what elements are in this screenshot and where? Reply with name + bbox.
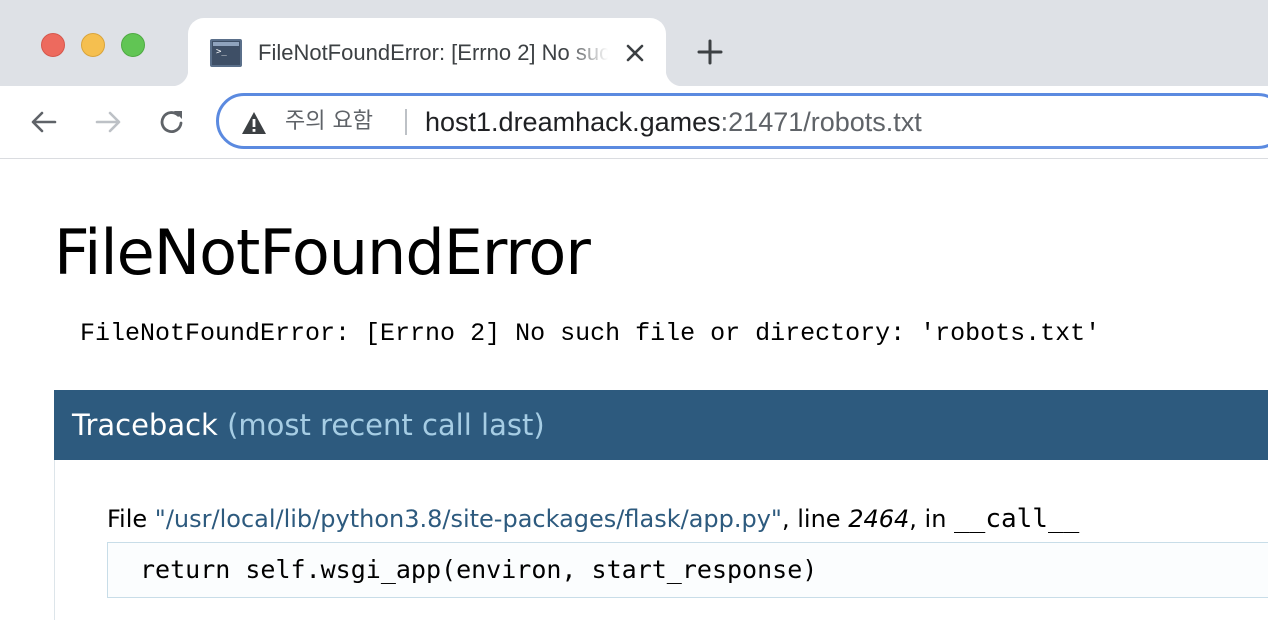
traceback-header: Traceback (most recent call last) xyxy=(54,390,1268,460)
traceback-heading: Traceback (most recent call last) xyxy=(72,407,545,443)
page-title: FileNotFoundError xyxy=(54,216,591,289)
terminal-favicon-icon: >_ xyxy=(210,39,242,67)
source-code-line: return self.wsgi_app(environ, start_resp… xyxy=(140,555,818,584)
favicon-glyph: >_ xyxy=(216,47,227,57)
traceback-title: Traceback xyxy=(72,408,218,442)
traceback-subtitle: (most recent call last) xyxy=(227,408,545,442)
page-content: FileNotFoundError FileNotFoundError: [Er… xyxy=(0,159,1268,620)
reload-icon[interactable] xyxy=(156,106,188,138)
address-bar[interactable]: 주의 요함 host1.dreamhack.games:21471/robots… xyxy=(216,93,1268,149)
arrow-right-icon[interactable] xyxy=(92,106,124,138)
function-name: __call__ xyxy=(954,504,1080,534)
url-text[interactable]: host1.dreamhack.games:21471/robots.txt xyxy=(425,105,922,139)
url-host: host1.dreamhack.games xyxy=(425,107,721,137)
security-status-label[interactable]: 주의 요함 xyxy=(285,106,373,138)
in-prefix: , in xyxy=(909,505,955,533)
line-number: 2464 xyxy=(848,505,910,533)
traceback-body: File "/usr/local/lib/python3.8/site-pack… xyxy=(54,460,1268,620)
file-path[interactable]: "/usr/local/lib/python3.8/site-packages/… xyxy=(155,505,782,533)
traceback-frame-line: File "/usr/local/lib/python3.8/site-pack… xyxy=(107,502,1079,536)
file-prefix: File xyxy=(107,505,155,533)
tab-strip: >_ FileNotFoundError: [Errno 2] No such … xyxy=(0,0,1268,88)
omnibox-divider xyxy=(405,109,407,135)
plus-icon[interactable] xyxy=(694,36,726,68)
tab-title: FileNotFoundError: [Errno 2] No such fil… xyxy=(258,40,608,65)
error-message: FileNotFoundError: [Errno 2] No such fil… xyxy=(80,319,1101,348)
minimize-window-button[interactable] xyxy=(81,33,105,57)
close-icon[interactable] xyxy=(622,40,648,66)
arrow-left-icon[interactable] xyxy=(28,106,60,138)
source-code-box[interactable]: return self.wsgi_app(environ, start_resp… xyxy=(107,542,1268,598)
browser-toolbar: 주의 요함 host1.dreamhack.games:21471/robots… xyxy=(0,86,1268,159)
warning-triangle-icon[interactable] xyxy=(241,111,267,135)
active-tab[interactable]: >_ FileNotFoundError: [Errno 2] No such … xyxy=(172,18,682,88)
line-prefix: , line xyxy=(781,505,849,533)
close-window-button[interactable] xyxy=(41,33,65,57)
url-path: :21471/robots.txt xyxy=(720,107,922,137)
zoom-window-button[interactable] xyxy=(121,33,145,57)
